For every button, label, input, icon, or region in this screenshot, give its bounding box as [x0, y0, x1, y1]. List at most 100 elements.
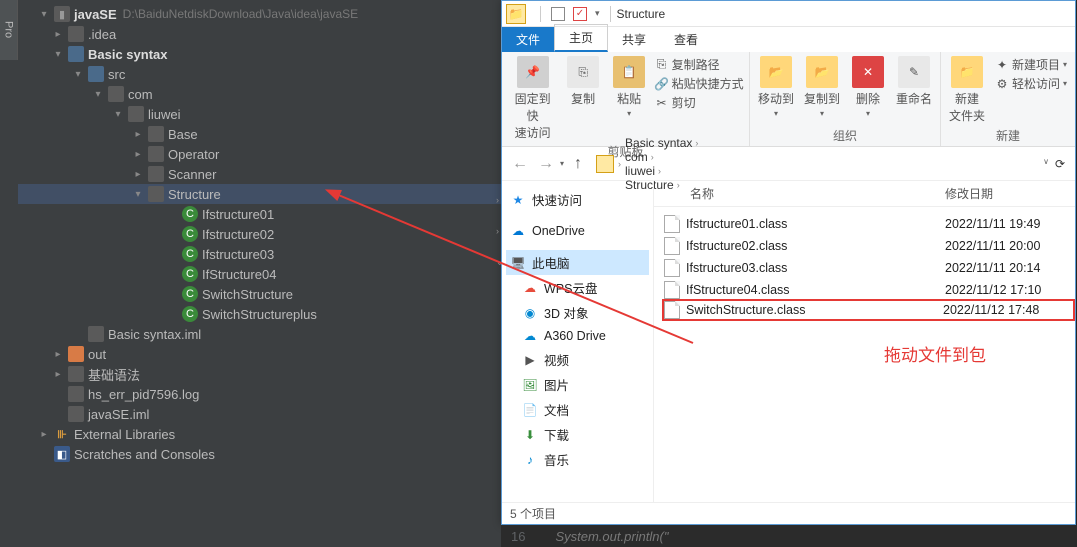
nav-up[interactable]: ↑ — [566, 152, 590, 176]
folder-g-icon — [148, 146, 164, 162]
tree-root[interactable]: ▾ ▮ javaSE D:\BaiduNetdiskDownload\Java\… — [18, 4, 501, 24]
chevron-icon[interactable]: ▾ — [92, 89, 104, 100]
nav-item[interactable]: ›☁OneDrive — [506, 220, 649, 242]
file-row[interactable]: Ifstructure03.class2022/11/11 20:14 — [654, 257, 1075, 279]
file-row[interactable]: Ifstructure02.class2022/11/11 20:00 — [654, 235, 1075, 257]
pin-button[interactable]: 📌 固定到快 速访问 — [510, 56, 555, 141]
tree-row[interactable]: ▸ Base — [18, 124, 501, 144]
tree-row[interactable]: ▸⊪External Libraries — [18, 424, 501, 444]
nav-item[interactable]: ›★快速访问 — [506, 187, 649, 212]
tab-view[interactable]: 查看 — [660, 27, 712, 52]
ide-tool-tab[interactable]: Pro — [0, 0, 18, 60]
nav-item[interactable]: ◉3D 对象 — [506, 300, 649, 325]
chevron-icon[interactable]: ▸ — [38, 429, 50, 440]
copy-button[interactable]: ⎘ 复制 — [565, 56, 601, 107]
nav-item[interactable]: ☁WPS云盘 — [506, 275, 649, 300]
nav-back[interactable]: ← — [508, 152, 532, 176]
breadcrumb-segment[interactable]: Basic syntax › — [625, 136, 698, 150]
tree-row[interactable]: ▸基础语法 — [18, 364, 501, 384]
nav-item[interactable]: ⬇下载 — [506, 422, 649, 447]
file-name: Ifstructure03.class — [686, 261, 945, 275]
nav-item[interactable]: ♪音乐 — [506, 447, 649, 472]
tree-row[interactable]: CSwitchStructure — [18, 284, 501, 304]
qat-button[interactable]: ✓ — [573, 7, 587, 21]
tree-row[interactable]: hs_err_pid7596.log — [18, 384, 501, 404]
tree-row[interactable]: Basic syntax.iml — [18, 324, 501, 344]
address-dropdown[interactable]: ∨ — [1043, 157, 1049, 171]
breadcrumb-segment[interactable]: liuwei › — [625, 164, 698, 178]
tree-row[interactable]: CIfstructure01 — [18, 204, 501, 224]
file-row[interactable]: SwitchStructure.class2022/11/12 17:48 — [662, 299, 1075, 321]
chevron-icon[interactable]: ▸ — [132, 169, 144, 180]
chevron-right-icon[interactable]: › — [618, 159, 621, 169]
chevron-icon[interactable]: ▾ — [72, 69, 84, 80]
chevron-icon[interactable]: ▾ — [112, 109, 124, 120]
history-dropdown[interactable]: ▾ — [560, 159, 564, 168]
tree-row[interactable]: CIfstructure02 — [18, 224, 501, 244]
col-header-name[interactable]: 名称 — [654, 185, 945, 202]
newfolder-button[interactable]: 📁 新建 文件夹 — [949, 56, 985, 124]
nav-label: 此电脑 — [532, 253, 570, 272]
chevron-icon[interactable]: ▸ — [52, 369, 64, 380]
tree-row[interactable]: ▸out — [18, 344, 501, 364]
tree-row[interactable]: javaSE.iml — [18, 404, 501, 424]
tree-row[interactable]: ▸Operator — [18, 144, 501, 164]
tree-row[interactable]: CIfStructure04 — [18, 264, 501, 284]
chevron-icon[interactable]: ▾ — [52, 49, 64, 60]
tab-file[interactable]: 文件 — [502, 27, 554, 52]
tree-label: Base — [168, 127, 198, 142]
tree-row[interactable]: ▸.idea — [18, 24, 501, 44]
chevron-icon[interactable]: ▸ — [132, 149, 144, 160]
paste-shortcut[interactable]: 🔗粘贴快捷方式 — [655, 75, 744, 92]
tree-row[interactable]: ▾Structure — [18, 184, 501, 204]
nav-label: 下载 — [544, 425, 569, 444]
tree-label: com — [128, 87, 153, 102]
chevron-icon[interactable]: ▸ — [52, 349, 64, 360]
refresh-button[interactable]: ⟳ — [1055, 157, 1065, 171]
chevron-icon[interactable]: ▾ — [132, 189, 144, 200]
pc-icon: 🖥 — [510, 255, 526, 271]
cut[interactable]: ✂剪切 — [655, 94, 744, 111]
breadcrumb-segment[interactable]: com › — [625, 150, 698, 164]
folder-b-icon — [88, 66, 104, 82]
tree-row[interactable]: CIfstructure03 — [18, 244, 501, 264]
tree-row[interactable]: ▸Scanner — [18, 164, 501, 184]
tree-row[interactable]: ▾Basic syntax — [18, 44, 501, 64]
nav-forward[interactable]: → — [534, 152, 558, 176]
rename-button[interactable]: ✎ 重命名 — [896, 56, 932, 107]
easy-access[interactable]: ⚙轻松访问 ▾ — [995, 75, 1067, 92]
tree-row[interactable]: ▾liuwei — [18, 104, 501, 124]
copyto-button[interactable]: 📂 复制到▾ — [804, 56, 840, 118]
paste-button[interactable]: 📋 粘贴 ▾ — [611, 56, 647, 118]
nav-item[interactable]: 📄文档 — [506, 397, 649, 422]
qat-button[interactable] — [551, 7, 565, 21]
nav-item[interactable]: 🖼图片 — [506, 372, 649, 397]
moveto-button[interactable]: 📂 移动到▾ — [758, 56, 794, 118]
delete-button[interactable]: ✕ 删除▾ — [850, 56, 886, 118]
file-list: Ifstructure01.class2022/11/11 19:49Ifstr… — [654, 207, 1075, 321]
chevron-icon[interactable]: ▸ — [132, 129, 144, 140]
chevron-icon[interactable]: ▸ — [52, 29, 64, 40]
nav-item[interactable]: ⌄🖥此电脑 — [506, 250, 649, 275]
column-headers[interactable]: 名称 修改日期 — [654, 181, 1075, 207]
tab-home[interactable]: 主页 — [554, 24, 608, 52]
tree-row[interactable]: ▾src — [18, 64, 501, 84]
nav-pane: ›★快速访问 ›☁OneDrive ⌄ 🖥 此电脑 ☁WPS云盘◉3D 对象☁A360 D… — [502, 181, 654, 502]
nav-item[interactable]: ☁A360 Drive — [506, 325, 649, 347]
file-row[interactable]: Ifstructure01.class2022/11/11 19:49 — [654, 213, 1075, 235]
copy-path[interactable]: ⎘复制路径 — [655, 56, 744, 73]
new-item[interactable]: ✦新建项目 ▾ — [995, 56, 1067, 73]
chevron-down-icon[interactable]: ▾ — [38, 9, 50, 20]
nav-item[interactable]: ▶视频 — [506, 347, 649, 372]
file-row[interactable]: IfStructure04.class2022/11/12 17:10 — [654, 279, 1075, 301]
col-header-date[interactable]: 修改日期 — [945, 185, 1075, 202]
tab-share[interactable]: 共享 — [608, 27, 660, 52]
tree-row[interactable]: ◧Scratches and Consoles — [18, 444, 501, 464]
scr-icon: ◧ — [54, 446, 70, 462]
tree-row[interactable]: ▾ com — [18, 84, 501, 104]
folder-icon: 📁 — [506, 4, 526, 24]
onedrive-icon: ☁ — [510, 223, 526, 239]
qat-dropdown[interactable]: ▾ — [595, 8, 600, 19]
tree-row[interactable]: CSwitchStructureplus — [18, 304, 501, 324]
chevron-icon[interactable]: ⌄ — [502, 257, 504, 268]
